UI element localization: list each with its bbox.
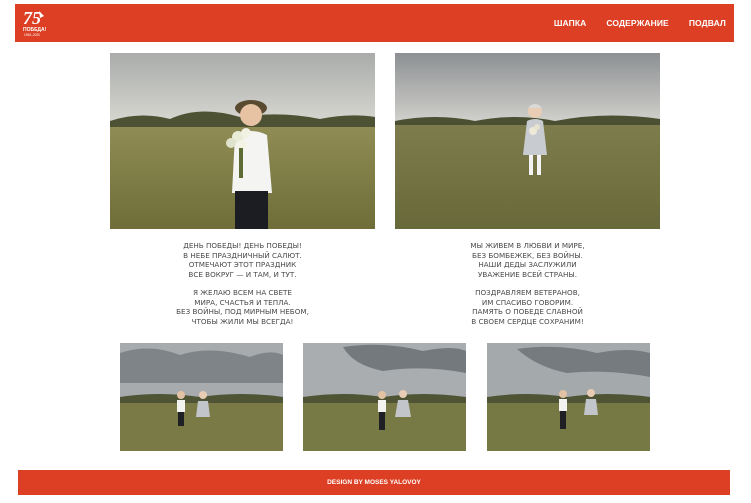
photo-children-field-3 (487, 343, 650, 451)
poem-right-stanza-1: МЫ ЖИВЕМ В ЛЮБВИ И МИРЕ, БЕЗ БОМБЕЖЕК, Б… (425, 241, 630, 279)
svg-text:1945–2020: 1945–2020 (24, 33, 40, 37)
poem-line: ОТМЕЧАЮТ ЭТОТ ПРАЗДНИК (188, 260, 297, 269)
poem-left-stanza-1: ДЕНЬ ПОБЕДЫ! ДЕНЬ ПОБЕДЫ! В НЕБЕ ПРАЗДНИ… (140, 241, 345, 279)
poem-line: БЕЗ БОМБЕЖЕК, БЕЗ ВОЙНЫ. (472, 250, 583, 260)
photo-children-field-1 (120, 343, 283, 451)
site-footer: DESIGN BY MOSES YALOVOY (18, 470, 730, 495)
poem-left: ДЕНЬ ПОБЕДЫ! ДЕНЬ ПОБЕДЫ! В НЕБЕ ПРАЗДНИ… (140, 241, 345, 335)
poem-line: ЧТОБЫ ЖИЛИ МЫ ВСЕГДА! (191, 316, 294, 326)
poem-line: МИРА, СЧАСТЬЯ И ТЕПЛА. (194, 297, 291, 307)
poem-line: В СВОЕМ СЕРДЦЕ СОХРАНИМ! (471, 316, 584, 326)
poem-right: МЫ ЖИВЕМ В ЛЮБВИ И МИРЕ, БЕЗ БОМБЕЖЕК, Б… (425, 241, 630, 335)
poem-line: НАШИ ДЕДЫ ЗАСЛУЖИЛИ (478, 260, 577, 269)
poem-line: ПАМЯТЬ О ПОБЕДЕ СЛАВНОЙ (472, 307, 583, 316)
nav-link-footer[interactable]: ПОДВАЛ (689, 18, 726, 28)
poem-line: БЕЗ ВОЙНЫ, ПОД МИРНЫМ НЕБОМ, (176, 307, 309, 316)
poem-left-stanza-2: Я ЖЕЛАЮ ВСЕМ НА СВЕТЕ МИРА, СЧАСТЬЯ И ТЕ… (140, 288, 345, 326)
poem-line: ПОЗДРАВЛЯЕМ ВЕТЕРАНОВ, (475, 288, 580, 297)
victory-75-logo[interactable]: 75 ПОБЕДА! 1945–2020 (22, 7, 50, 39)
poem-line: ИМ СПАСИБО ГОВОРИМ. (481, 297, 574, 307)
photo-boy-with-flowers (110, 53, 375, 229)
photo-girl-in-field (395, 53, 660, 229)
nav-link-header[interactable]: ШАПКА (554, 18, 587, 28)
poem-line: УВАЖЕНИЕ ВСЕЙ СТРАНЫ. (478, 269, 577, 279)
poem-line: ВСЕ ВОКРУГ — И ТАМ, И ТУТ. (188, 269, 297, 279)
poem-line: ДЕНЬ ПОБЕДЫ! ДЕНЬ ПОБЕДЫ! (183, 241, 302, 250)
svg-text:75: 75 (23, 8, 41, 28)
site-header: 75 ПОБЕДА! 1945–2020 ШАПКА СОДЕРЖАНИЕ ПО… (15, 4, 734, 42)
poem-right-stanza-2: ПОЗДРАВЛЯЕМ ВЕТЕРАНОВ, ИМ СПАСИБО ГОВОРИ… (425, 288, 630, 326)
poem-line: Я ЖЕЛАЮ ВСЕМ НА СВЕТЕ (193, 288, 292, 297)
nav-link-content[interactable]: СОДЕРЖАНИЕ (606, 18, 668, 28)
footer-credit: DESIGN BY MOSES YALOVOY (327, 479, 421, 486)
main-nav: ШАПКА СОДЕРЖАНИЕ ПОДВАЛ (554, 4, 726, 42)
poem-line: МЫ ЖИВЕМ В ЛЮБВИ И МИРЕ, (470, 241, 585, 250)
photo-children-field-2 (303, 343, 466, 451)
poem-line: В НЕБЕ ПРАЗДНИЧНЫЙ САЛЮТ. (183, 250, 302, 260)
